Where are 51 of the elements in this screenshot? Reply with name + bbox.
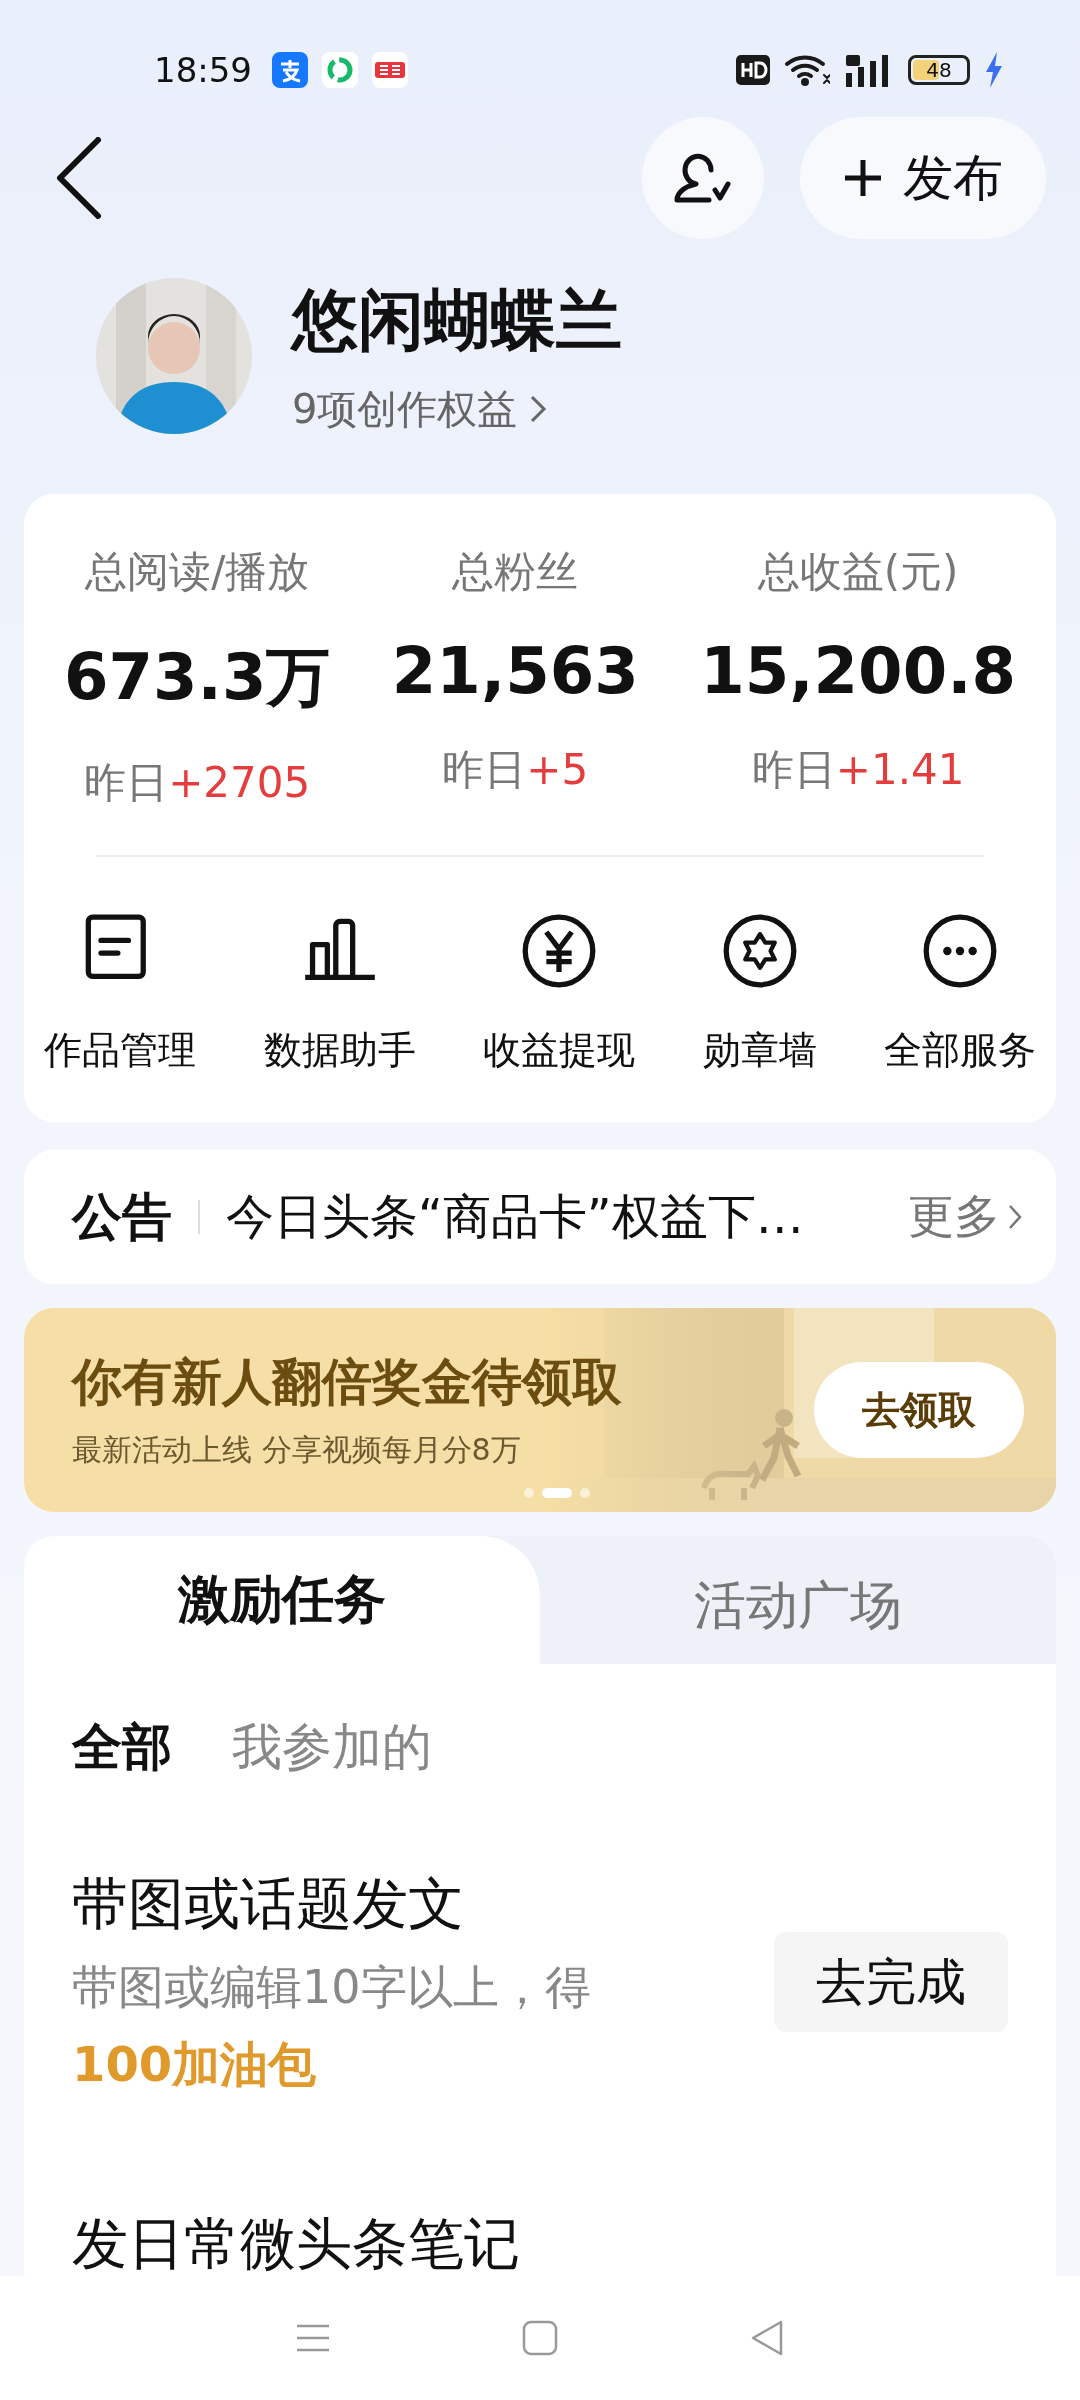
banner-subtitle: 最新活动上线 分享视频每月分8万 [72,1431,522,1469]
stat-label: 总阅读/播放 [85,546,310,598]
filter-tab[interactable]: 全部 [72,1714,172,1781]
wifi-icon [784,53,830,87]
task-title: 发日常微头条笔记 [72,2210,520,2278]
status-time: 18:59 [154,50,252,90]
stat-change: 昨日+1.41 [751,744,965,796]
app-notification-icon [372,52,408,88]
task-title: 带图或话题发文 [72,1870,465,1938]
service-label[interactable]: 数据助手 [263,1025,416,1076]
filter-tab[interactable]: 我参加的 [232,1714,432,1781]
hd-icon [736,55,770,85]
battery-level: 48 [926,58,952,82]
tab[interactable]: 激励任务 [24,1536,540,1664]
carousel-dot[interactable] [580,1488,590,1498]
service-label[interactable]: 全部服务 [884,1025,1036,1076]
stat-label: 总粉丝 [452,546,579,598]
claim-button[interactable]: 去领取 [814,1362,1024,1458]
service-label[interactable]: 勋章墙 [702,1025,817,1076]
chevron-right-icon [529,394,548,424]
star-badge-icon[interactable] [721,913,798,989]
stat-value: 15,200.8 [700,634,1016,708]
benefits-link[interactable]: 9项创作权益 [292,381,518,437]
back-icon[interactable] [56,137,102,219]
stat-value: 673.3万 [64,639,331,716]
app-notification-icon [322,52,358,88]
notice-label: 公告 [72,1186,172,1248]
notice-text[interactable]: 今日头条“商品卡”权益下… [226,1185,908,1249]
stat-value: 21,563 [391,634,639,708]
banner-title: 你有新人翻倍奖金待领取 [72,1352,622,1413]
stat-change: 昨日+2705 [84,757,311,809]
home-icon[interactable] [520,2318,560,2358]
publish-button[interactable]: 发布 [800,117,1046,239]
stat-change: 昨日+5 [442,744,589,796]
plus-icon [843,158,883,198]
stat-label: 总收益(元) [757,546,959,598]
chevron-right-icon [1008,1204,1022,1230]
notice-bar[interactable]: 公告 今日头条“商品卡”权益下… 更多 [24,1150,1056,1284]
service-label[interactable]: 收益提现 [483,1025,635,1076]
yuan-coin-icon[interactable] [521,913,597,989]
service-label[interactable]: 作品管理 [44,1025,196,1076]
more-link[interactable]: 更多 [908,1186,1000,1248]
more-icon[interactable] [922,913,998,989]
task-description: 带图或编辑10字以上，得 [72,1959,591,2016]
complete-button[interactable]: 去完成 [774,1932,1008,2032]
app-notification-icon [272,52,308,88]
promo-banner[interactable]: 你有新人翻倍奖金待领取 最新活动上线 分享视频每月分8万 去领取 [24,1308,1056,1512]
user-name: 悠闲蝴蝶兰 [292,280,622,361]
tab[interactable]: 活动广场 [540,1548,1056,1664]
task-reward: 100加油包 [72,2035,318,2094]
carousel-dot[interactable] [524,1488,534,1498]
